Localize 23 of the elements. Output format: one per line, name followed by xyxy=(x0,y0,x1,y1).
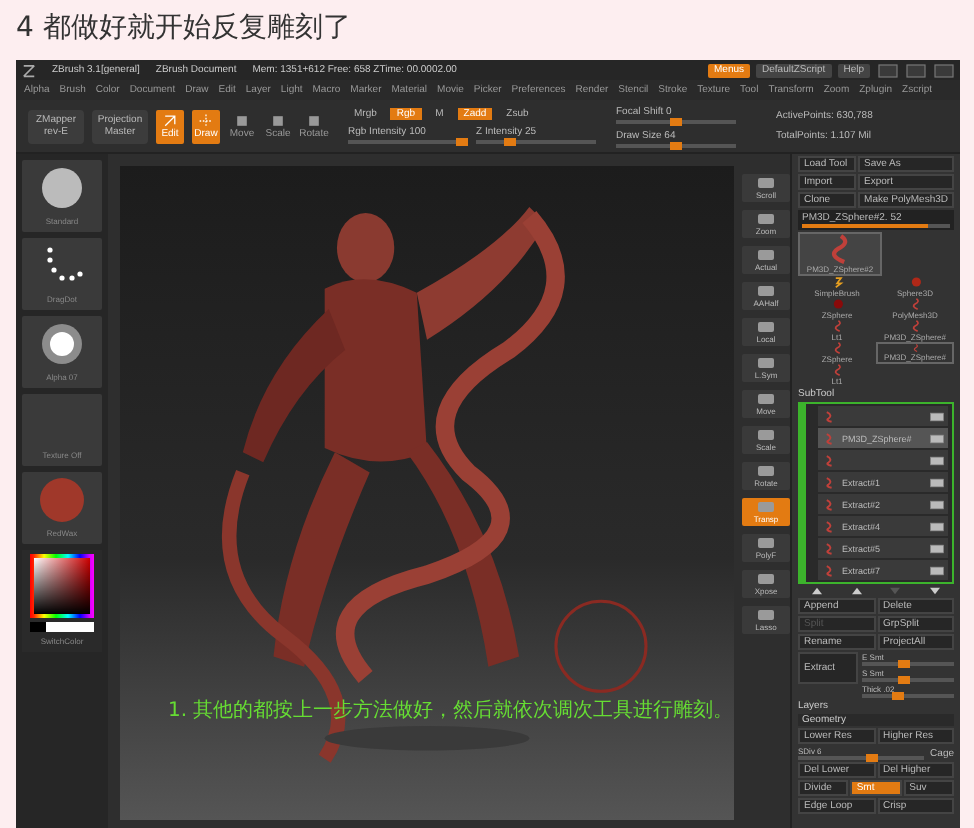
view-icon xyxy=(756,608,776,622)
view-icon xyxy=(756,320,776,334)
edit-icon xyxy=(162,113,178,127)
view-icon xyxy=(756,212,776,226)
arrow-icon[interactable] xyxy=(808,586,827,596)
subtool-item[interactable] xyxy=(818,450,948,470)
view-icon xyxy=(756,536,776,550)
caption-text: 1. 其他的都按上一步方法做好，然后就依次调次工具进行雕刻。 xyxy=(168,697,734,724)
view-icon xyxy=(756,176,776,190)
view-icon xyxy=(756,500,776,514)
view-icon xyxy=(756,464,776,478)
view-icon xyxy=(756,356,776,370)
view-icon xyxy=(756,572,776,586)
view-icon xyxy=(756,392,776,406)
draw-icon xyxy=(198,113,214,127)
arrow-icon[interactable] xyxy=(925,586,944,596)
view-icon xyxy=(756,428,776,442)
arrow-icon[interactable] xyxy=(847,586,866,596)
view-icon xyxy=(756,248,776,262)
view-icon xyxy=(756,284,776,298)
page-title: 4 都做好就开始反复雕刻了 xyxy=(14,10,353,48)
subtool-item[interactable] xyxy=(818,406,948,426)
logo-icon xyxy=(22,63,36,77)
